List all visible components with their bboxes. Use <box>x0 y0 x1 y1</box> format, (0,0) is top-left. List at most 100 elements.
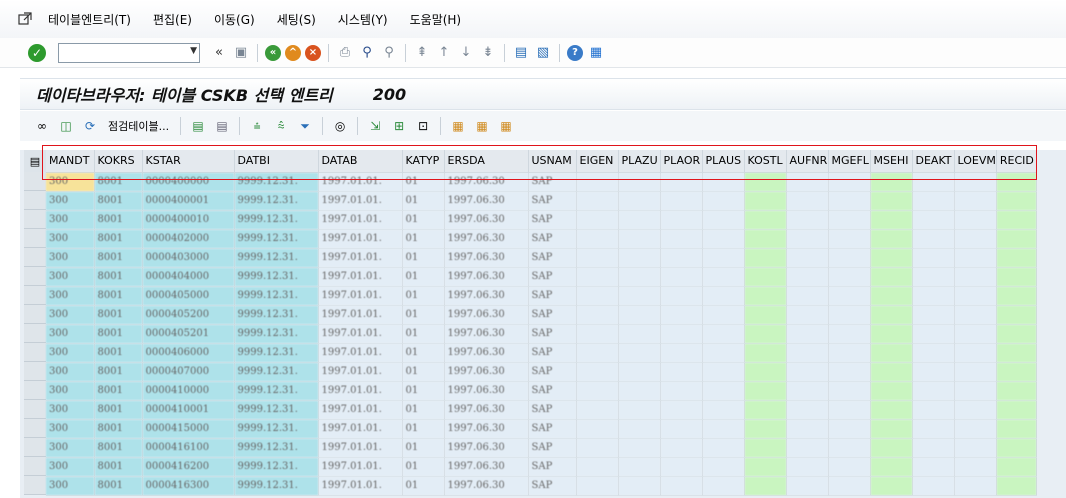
command-input[interactable] <box>59 43 179 62</box>
cell-plazu[interactable] <box>618 191 661 211</box>
spreadsheet-icon[interactable]: ⊞ <box>390 118 408 134</box>
cell-eigen[interactable] <box>576 457 619 477</box>
cell-deakt[interactable] <box>912 229 955 249</box>
cell-plazu[interactable] <box>618 476 661 496</box>
row-selector[interactable] <box>24 191 46 210</box>
cell-katyp[interactable]: 01 <box>402 191 445 211</box>
cell-loevm[interactable] <box>954 324 997 344</box>
cell-aufnr[interactable] <box>786 267 829 287</box>
cell-ersda[interactable]: 1997.06.30 <box>444 191 529 211</box>
cell-plaor[interactable] <box>660 324 703 344</box>
cell-msehi[interactable] <box>870 400 913 420</box>
deselect-all-icon[interactable]: ▤ <box>213 118 231 134</box>
cell-usnam[interactable]: SAP <box>528 324 577 344</box>
cell-ersda[interactable]: 1997.06.30 <box>444 324 529 344</box>
details-icon[interactable]: ◎ <box>331 118 349 134</box>
enter-check-icon[interactable]: ✓ <box>28 43 46 62</box>
cell-mgefl[interactable] <box>828 248 871 268</box>
cell-mgefl[interactable] <box>828 305 871 325</box>
cell-kstar[interactable]: 0000407000 <box>142 362 235 382</box>
row-selector[interactable] <box>24 229 46 248</box>
cell-plaus[interactable] <box>702 381 745 401</box>
cell-plaus[interactable] <box>702 248 745 268</box>
cell-kokrs[interactable]: 8001 <box>94 419 143 439</box>
cell-recid[interactable] <box>996 476 1037 496</box>
print-icon[interactable]: ⎙ <box>336 44 354 62</box>
row-selector[interactable] <box>24 343 46 362</box>
last-page-icon[interactable]: ⇟ <box>479 44 497 62</box>
cell-msehi[interactable] <box>870 248 913 268</box>
cell-mandt[interactable]: 300 <box>46 343 95 363</box>
row-selector[interactable] <box>24 362 46 381</box>
row-selector[interactable] <box>24 305 46 324</box>
cell-datab[interactable]: 1997.01.01. <box>318 419 403 439</box>
cell-kstar[interactable]: 0000410001 <box>142 400 235 420</box>
cell-eigen[interactable] <box>576 438 619 458</box>
sort-ascending-icon[interactable]: ⩮ <box>248 118 266 134</box>
cell-aufnr[interactable] <box>786 400 829 420</box>
cell-plaus[interactable] <box>702 400 745 420</box>
cell-loevm[interactable] <box>954 267 997 287</box>
column-header-plazu[interactable]: PLAZU <box>618 150 661 173</box>
cell-eigen[interactable] <box>576 419 619 439</box>
exit-icon[interactable]: ^ <box>285 44 301 61</box>
menu-goto[interactable]: 이동(G) <box>214 11 255 28</box>
cell-usnam[interactable]: SAP <box>528 305 577 325</box>
cell-datab[interactable]: 1997.01.01. <box>318 191 403 211</box>
cell-datbi[interactable]: 9999.12.31. <box>234 324 319 344</box>
cell-deakt[interactable] <box>912 343 955 363</box>
cell-kstar[interactable]: 0000402000 <box>142 229 235 249</box>
cell-mandt[interactable]: 300 <box>46 324 95 344</box>
column-header-mgefl[interactable]: MGEFL <box>828 150 871 173</box>
cell-ersda[interactable]: 1997.06.30 <box>444 419 529 439</box>
cell-datab[interactable]: 1997.01.01. <box>318 229 403 249</box>
column-header-deakt[interactable]: DEAKT <box>912 150 955 173</box>
row-selector[interactable] <box>24 286 46 305</box>
column-header-ersda[interactable]: ERSDA <box>444 150 529 173</box>
cell-loevm[interactable] <box>954 400 997 420</box>
cell-msehi[interactable] <box>870 362 913 382</box>
cell-kostl[interactable] <box>744 210 787 230</box>
cell-plaor[interactable] <box>660 210 703 230</box>
cell-kostl[interactable] <box>744 343 787 363</box>
cell-recid[interactable] <box>996 457 1037 477</box>
cell-katyp[interactable]: 01 <box>402 229 445 249</box>
select-all-icon[interactable]: ▤ <box>189 118 207 134</box>
table-row[interactable]: 300 8001 0000405201 9999.12.31. 1997.01.01. 0… <box>46 324 1037 344</box>
cell-plazu[interactable] <box>618 419 661 439</box>
column-header-kokrs[interactable]: KOKRS <box>94 150 143 173</box>
cell-loevm[interactable] <box>954 191 997 211</box>
cell-datab[interactable]: 1997.01.01. <box>318 248 403 268</box>
cell-katyp[interactable]: 01 <box>402 381 445 401</box>
cell-plaor[interactable] <box>660 172 703 192</box>
cell-kstar[interactable]: 0000400010 <box>142 210 235 230</box>
display-icon[interactable]: ◫ <box>57 118 75 134</box>
cell-kostl[interactable] <box>744 172 787 192</box>
cell-mgefl[interactable] <box>828 381 871 401</box>
column-header-datab[interactable]: DATAB <box>318 150 403 173</box>
cell-deakt[interactable] <box>912 324 955 344</box>
cell-plaor[interactable] <box>660 381 703 401</box>
cell-ersda[interactable]: 1997.06.30 <box>444 400 529 420</box>
cell-katyp[interactable]: 01 <box>402 476 445 496</box>
cell-datab[interactable]: 1997.01.01. <box>318 286 403 306</box>
cell-kstar[interactable]: 0000405200 <box>142 305 235 325</box>
cell-deakt[interactable] <box>912 267 955 287</box>
cell-plaor[interactable] <box>660 286 703 306</box>
cell-ersda[interactable]: 1997.06.30 <box>444 457 529 477</box>
cell-kostl[interactable] <box>744 191 787 211</box>
cell-kostl[interactable] <box>744 381 787 401</box>
cell-kstar[interactable]: 0000410000 <box>142 381 235 401</box>
cell-deakt[interactable] <box>912 191 955 211</box>
row-selector[interactable] <box>24 438 46 457</box>
cell-kstar[interactable]: 0000416200 <box>142 457 235 477</box>
row-selector[interactable] <box>24 267 46 286</box>
cell-recid[interactable] <box>996 305 1037 325</box>
cell-msehi[interactable] <box>870 457 913 477</box>
cell-msehi[interactable] <box>870 191 913 211</box>
cell-datbi[interactable]: 9999.12.31. <box>234 343 319 363</box>
cell-kstar[interactable]: 0000400000 <box>142 172 235 192</box>
cell-katyp[interactable]: 01 <box>402 305 445 325</box>
cell-aufnr[interactable] <box>786 343 829 363</box>
back-icon[interactable]: « <box>265 44 281 61</box>
